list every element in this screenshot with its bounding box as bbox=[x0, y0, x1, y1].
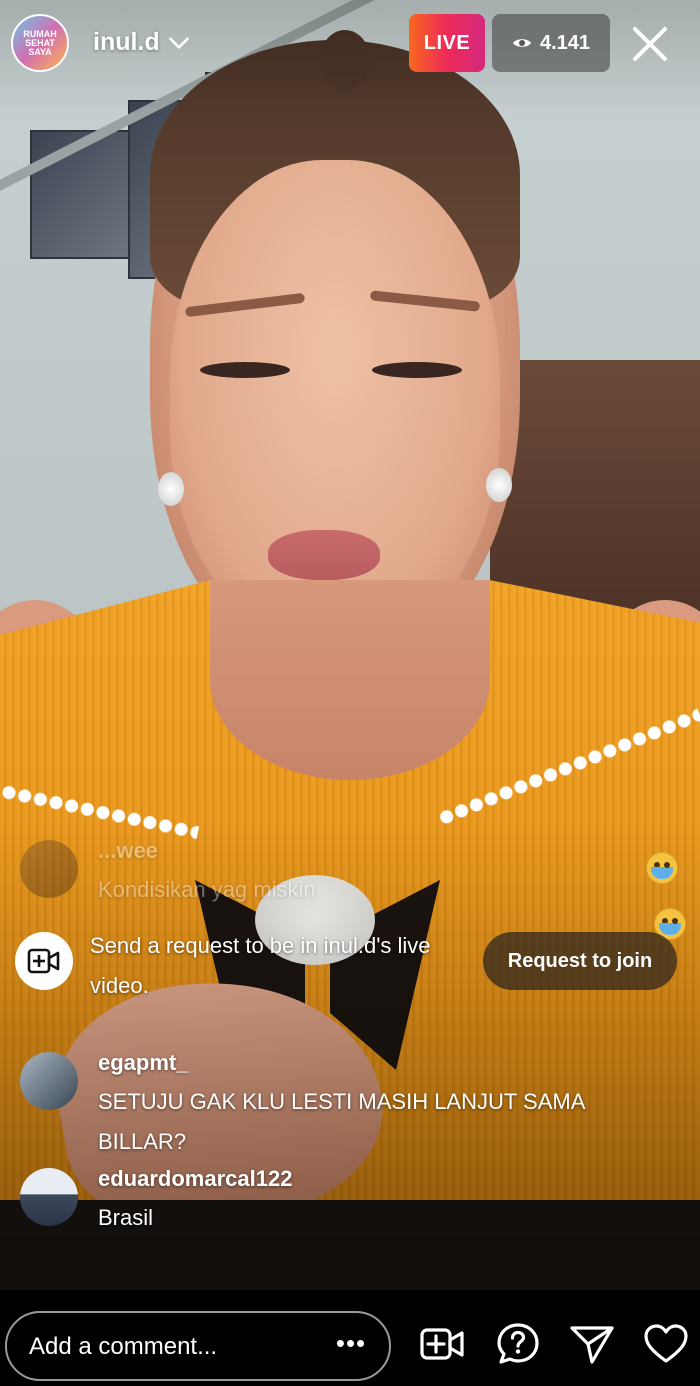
comment-field[interactable]: ••• bbox=[5, 1311, 391, 1381]
chevron-down-icon[interactable] bbox=[166, 30, 192, 56]
comment-avatar bbox=[20, 1168, 78, 1226]
comment-avatar bbox=[20, 840, 78, 898]
comment-text: Kondisikan yag miskin bbox=[98, 877, 316, 902]
comment-avatar bbox=[20, 1052, 78, 1110]
question-icon[interactable] bbox=[494, 1320, 542, 1368]
comment-input[interactable] bbox=[27, 1329, 311, 1365]
join-request-row: Send a request to be in inul.d's live vi… bbox=[15, 926, 685, 1006]
bottom-bar: ••• bbox=[0, 1290, 700, 1386]
crying-emoji-icon bbox=[646, 852, 678, 884]
comment-username: ...wee bbox=[98, 838, 158, 863]
request-to-join-button[interactable]: Request to join bbox=[483, 932, 677, 990]
video-add-icon[interactable] bbox=[15, 932, 73, 990]
live-badge: LIVE bbox=[409, 14, 485, 72]
host-avatar[interactable]: RUMAH SEHAT SAYA bbox=[11, 14, 69, 72]
comment-username: eduardomarcal122 bbox=[98, 1166, 293, 1191]
more-options-button[interactable]: ••• bbox=[331, 1330, 371, 1361]
viewer-count: 4.141 bbox=[539, 31, 591, 54]
top-bar: RUMAH SEHAT SAYA inul.d LIVE 4.141 bbox=[0, 0, 700, 90]
heart-icon[interactable] bbox=[642, 1320, 690, 1368]
host-username[interactable]: inul.d bbox=[93, 28, 160, 57]
eye-icon bbox=[512, 39, 531, 47]
send-icon[interactable] bbox=[568, 1320, 616, 1368]
video-add-icon[interactable] bbox=[418, 1320, 466, 1368]
join-request-message: Send a request to be in inul.d's live vi… bbox=[90, 933, 431, 998]
viewer-count-badge[interactable]: 4.141 bbox=[492, 14, 610, 72]
avatar-logo-text: RUMAH SEHAT SAYA bbox=[23, 28, 57, 57]
comment-text: SETUJU GAK KLU LESTI MASIH LANJUT SAMA B… bbox=[98, 1089, 585, 1154]
comment-text: Brasil bbox=[98, 1205, 154, 1230]
close-icon[interactable] bbox=[628, 22, 672, 66]
comment-username: egapmt_ bbox=[98, 1050, 189, 1075]
